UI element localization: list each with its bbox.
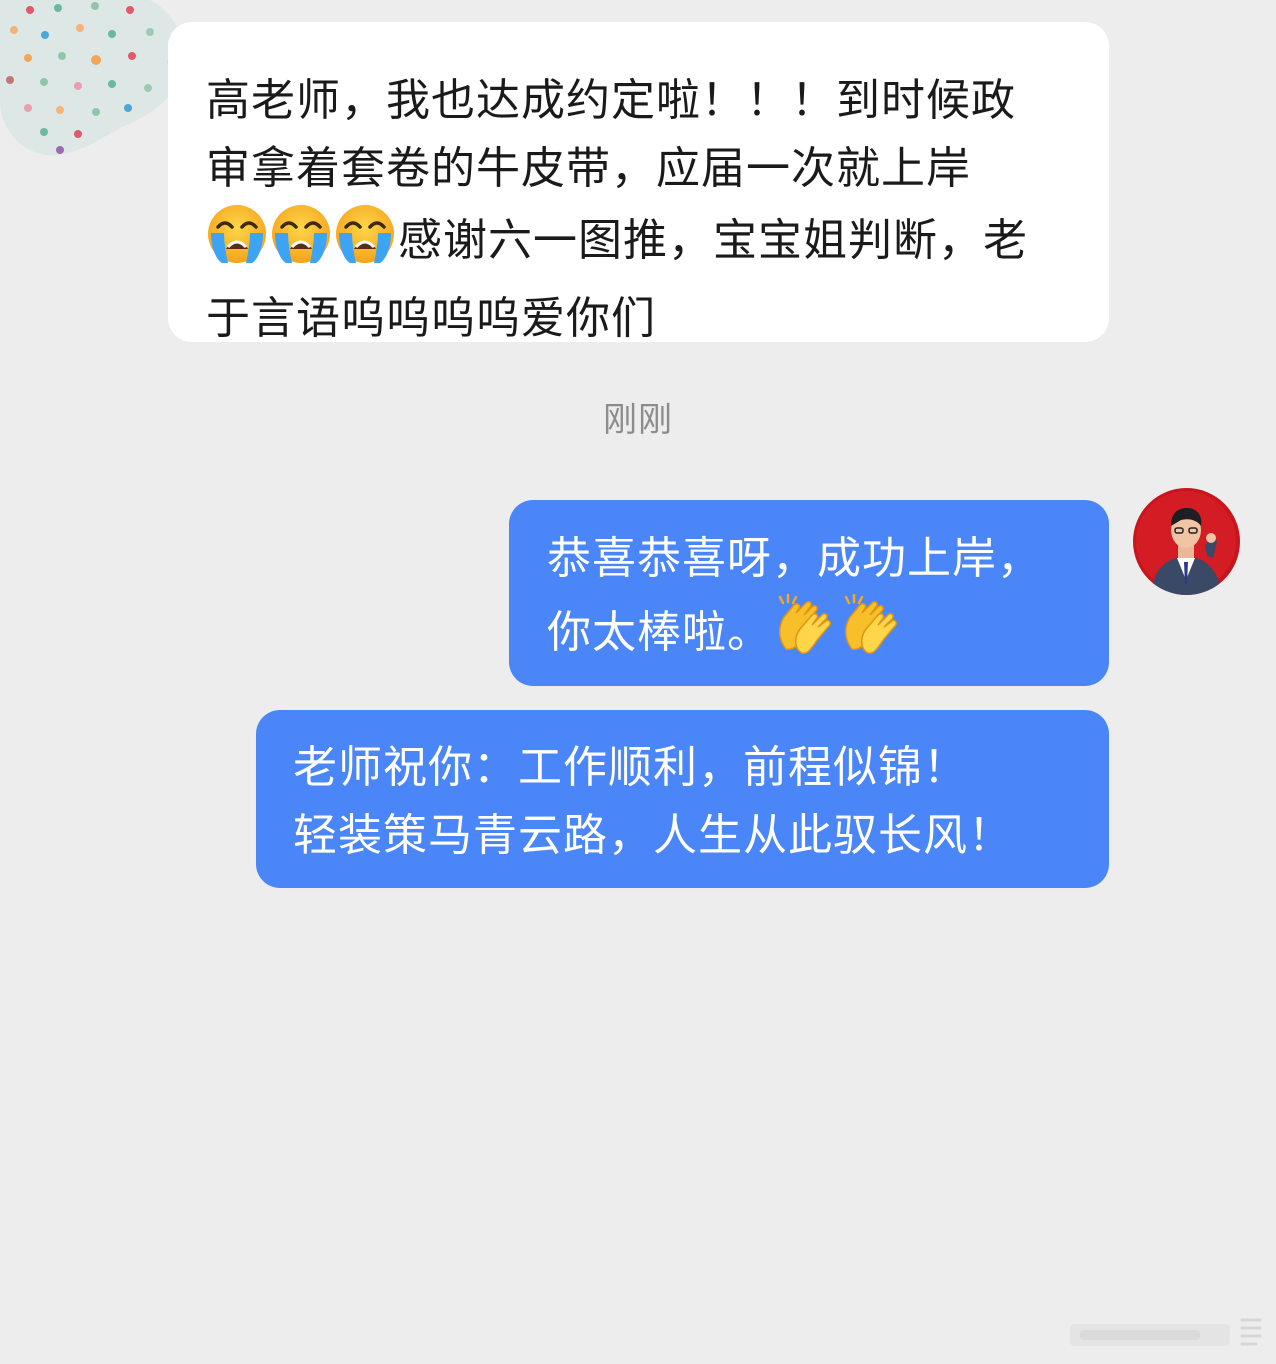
loudly-crying-face-icon [270, 203, 332, 285]
loudly-crying-face-icon [206, 203, 268, 285]
message-line: 高老师，我也达成约定啦！！！到时候政 [206, 75, 1016, 126]
sent-message-bubble[interactable]: 老师祝你：工作顺利，前程似锦！ 轻装策马青云路，人生从此驭长风！ [256, 710, 1109, 888]
loudly-crying-face-icon [334, 203, 396, 285]
watermark [1060, 1312, 1266, 1356]
teacher-avatar[interactable] [1133, 488, 1240, 595]
message-line: 恭喜恭喜呀，成功上岸， [547, 533, 1042, 584]
message-timestamp: 刚刚 [603, 400, 673, 440]
clapping-hands-icon [838, 593, 902, 677]
sent-message-bubble[interactable]: 恭喜恭喜呀，成功上岸， 你太棒啦。 [509, 500, 1109, 686]
message-line: 轻装策马青云路，人生从此驭长风！ [293, 810, 1013, 861]
message-text: 感谢六一图推，宝宝姐判断，老 [398, 215, 1028, 266]
received-message-bubble[interactable]: 高老师，我也达成约定啦！！！到时候政 审拿着套卷的牛皮带，应届一次就上岸 感谢六… [168, 22, 1109, 344]
message-text: 你太棒啦。 [547, 607, 772, 658]
message-line: 感谢六一图推，宝宝姐判断，老 [206, 203, 1073, 285]
message-line: 审拿着套卷的牛皮带，应届一次就上岸 [206, 143, 971, 194]
clapping-hands-icon [772, 593, 836, 677]
message-line: 于言语呜呜呜呜爱你们 [206, 293, 656, 344]
message-line: 老师祝你：工作顺利，前程似锦！ [293, 742, 968, 793]
sender-avatar[interactable] [0, 0, 188, 160]
message-line: 你太棒啦。 [547, 593, 1079, 677]
